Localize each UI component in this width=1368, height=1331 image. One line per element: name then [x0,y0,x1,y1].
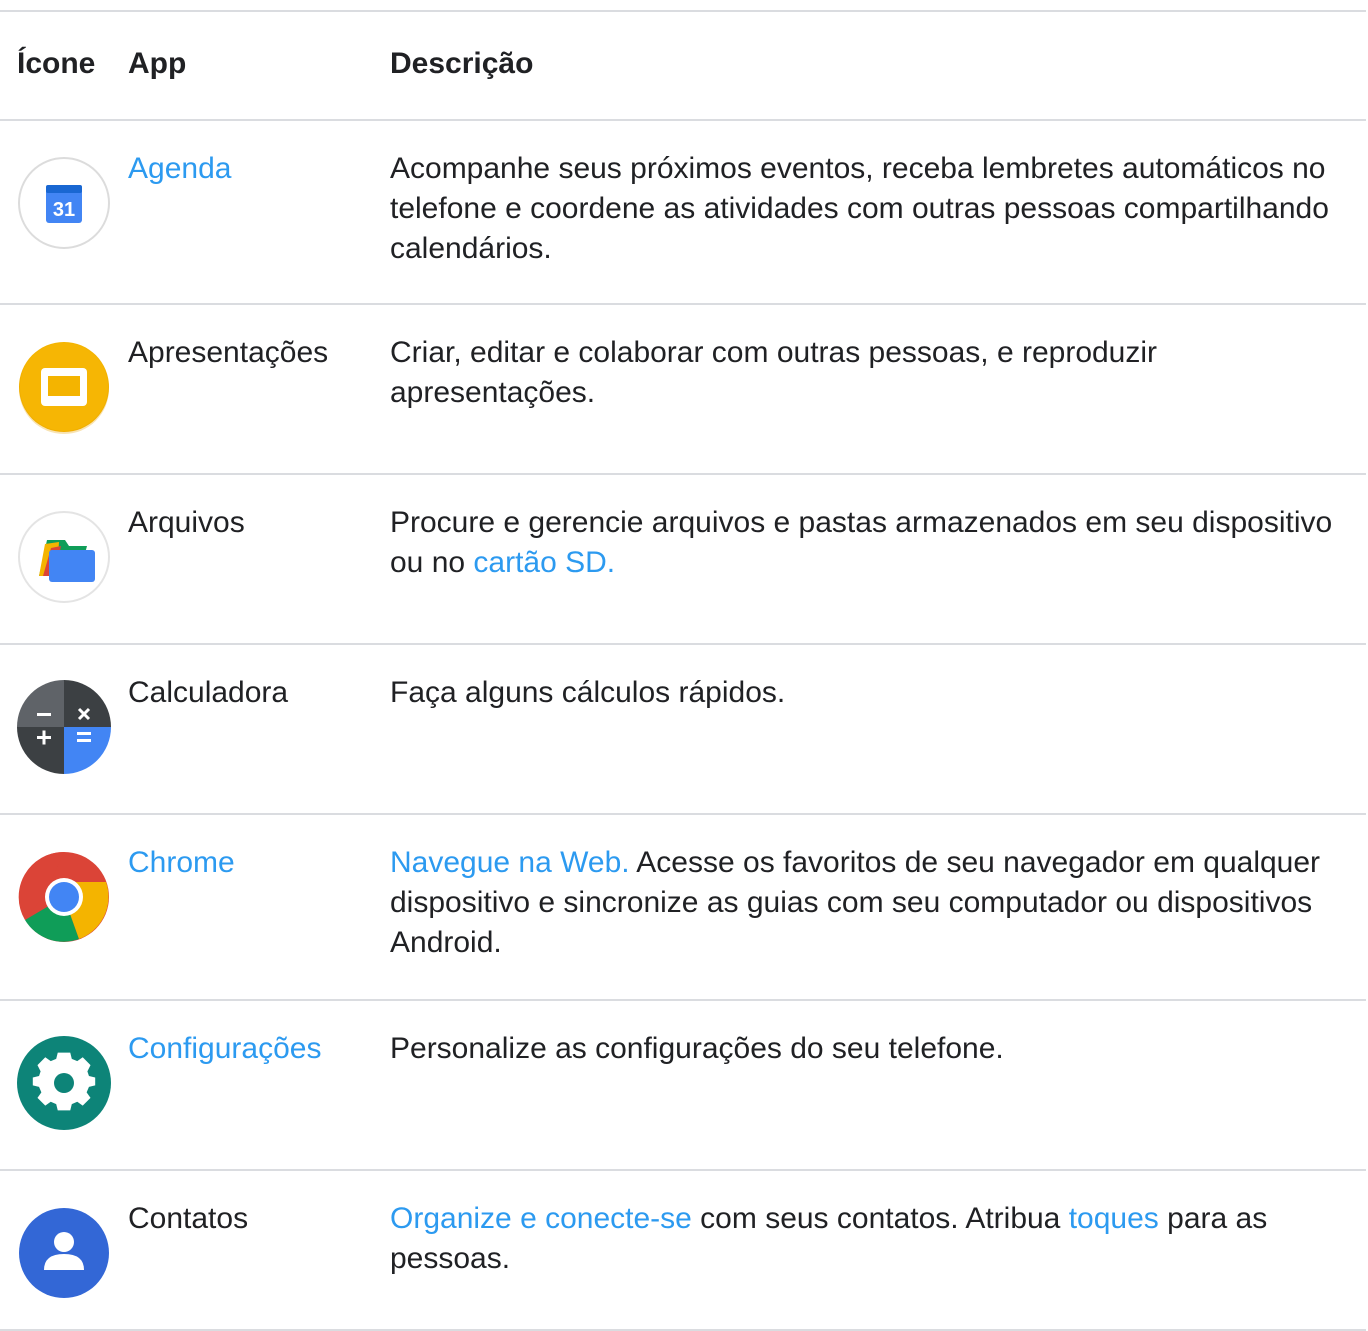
app-description: Personalize as configurações do seu tele… [390,1029,1355,1069]
calculator-icon [17,680,111,774]
table-row: Arquivos Procure e gerencie arquivos e pa… [0,473,1366,645]
app-name-arquivos: Arquivos [128,506,245,539]
app-description: Acompanhe seus próximos eventos, receba … [390,149,1355,269]
app-description: Navegue na Web. Acesse os favoritos de s… [390,843,1355,963]
table-row: Contatos Organize e conecte-se com seus c… [0,1169,1366,1331]
table-row: Apresentações Criar, editar e colaborar c… [0,303,1366,475]
settings-icon [17,1036,111,1130]
header-app-column: App [128,47,187,80]
description-text: Personalize as configurações do seu tele… [390,1032,1004,1065]
description-text: com seus contatos. Atribua [691,1202,1069,1235]
chrome-icon [17,850,111,944]
app-description: Faça alguns cálculos rápidos. [390,673,1355,713]
description-link[interactable]: toques [1069,1202,1159,1235]
description-link[interactable]: Organize e conecte-se [390,1202,692,1235]
table-row: Chrome Navegue na Web. Acesse os favorito… [0,813,1366,1001]
table-row: Configurações Personalize as configuraçõe… [0,999,1366,1171]
contacts-icon [17,1206,111,1300]
table-row: 31 Agenda Acompanhe seus próximos eventos… [0,119,1366,305]
table-header: Ícone App Descrição [0,10,1366,121]
files-icon [17,510,111,604]
app-description: Procure e gerencie arquivos e pastas arm… [390,503,1355,583]
app-name-contatos: Contatos [128,1202,249,1235]
table-row: Calculadora Faça alguns cálculos rápidos. [0,643,1366,815]
description-text: Faça alguns cálculos rápidos. [390,676,786,709]
app-name-apresenta-es: Apresentações [128,336,329,369]
calendar-icon: 31 [17,156,111,250]
description-link[interactable]: Navegue na Web. [390,846,630,879]
slides-icon [17,340,111,434]
description-link[interactable]: cartão SD. [473,546,615,579]
header-description-column: Descrição [390,47,534,80]
header-icon-column: Ícone [17,47,96,80]
svg-text:31: 31 [53,199,75,221]
description-text: Acompanhe seus próximos eventos, receba … [390,152,1329,265]
app-name-agenda[interactable]: Agenda [128,149,231,189]
app-description: Organize e conecte-se com seus contatos.… [390,1199,1355,1279]
app-description: Criar, editar e colaborar com outras pes… [390,333,1355,413]
app-name-chrome[interactable]: Chrome [128,843,235,883]
app-name-calculadora: Calculadora [128,676,289,709]
app-name-configura-es[interactable]: Configurações [128,1029,321,1069]
description-text: Criar, editar e colaborar com outras pes… [390,336,1158,409]
